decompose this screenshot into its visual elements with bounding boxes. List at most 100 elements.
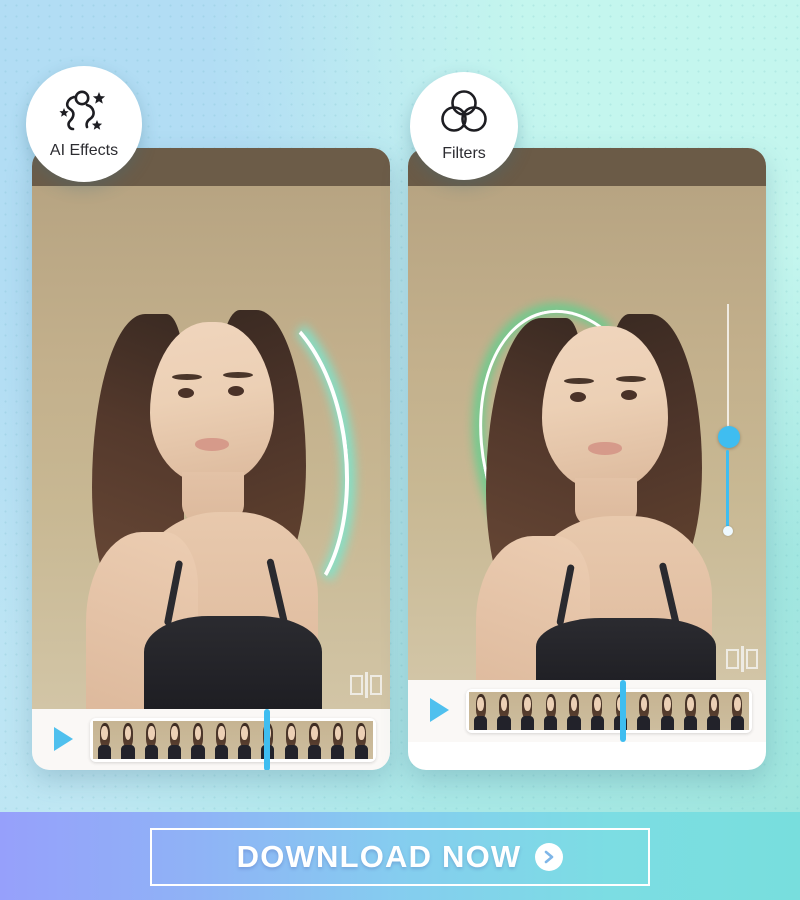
play-icon[interactable] xyxy=(54,727,73,751)
frame-face xyxy=(547,696,554,711)
frame-body xyxy=(331,744,345,759)
frame-body xyxy=(660,715,674,730)
frame-face xyxy=(734,696,741,711)
playhead-handle[interactable] xyxy=(264,709,270,770)
filmstrip-frame xyxy=(349,721,373,759)
playhead-handle[interactable] xyxy=(620,680,626,742)
compare-split-icon[interactable] xyxy=(350,672,382,698)
filmstrip-frame xyxy=(469,692,493,730)
frame-face xyxy=(570,696,578,711)
compare-right-box xyxy=(370,675,382,695)
frame-body xyxy=(730,715,744,730)
frame-body xyxy=(121,744,135,759)
filmstrip[interactable] xyxy=(466,689,752,733)
play-icon[interactable] xyxy=(430,698,449,722)
frame-face xyxy=(288,725,295,740)
photo-brow-left xyxy=(172,374,202,380)
photo-eye-left xyxy=(570,392,586,402)
photo-eye-right xyxy=(228,386,244,396)
frame-face xyxy=(664,696,671,711)
photo-black-top xyxy=(144,616,322,709)
right-phone-timeline[interactable] xyxy=(408,680,766,742)
frame-face xyxy=(124,725,132,740)
filmstrip-frame xyxy=(585,692,609,730)
frame-body xyxy=(308,744,322,759)
frame-body xyxy=(684,715,698,730)
three-circles-icon xyxy=(439,89,489,140)
frame-body xyxy=(144,744,158,759)
filmstrip-frame xyxy=(232,721,257,759)
photo-lips xyxy=(195,438,229,451)
filters-badge[interactable]: Filters xyxy=(410,72,518,180)
filmstrip-frame xyxy=(186,721,210,759)
frame-face xyxy=(334,725,342,740)
frame-face xyxy=(594,696,601,711)
frame-body xyxy=(474,715,488,730)
filmstrip-frame xyxy=(702,692,726,730)
frame-face xyxy=(101,725,108,740)
right-phone-photo-canvas[interactable] xyxy=(408,186,766,680)
frame-body xyxy=(168,744,182,759)
slider-track-upper xyxy=(727,304,729,434)
filmstrip-frame xyxy=(139,721,163,759)
frame-face xyxy=(477,696,484,711)
filmstrip-frame xyxy=(515,692,539,730)
ai-sparkle-person-icon xyxy=(54,89,114,140)
compare-right-box xyxy=(746,649,758,669)
frame-face xyxy=(241,725,248,740)
filter-intensity-slider[interactable] xyxy=(718,304,740,536)
filters-badge-label: Filters xyxy=(442,145,486,162)
filmstrip-frame xyxy=(725,692,749,730)
frame-face xyxy=(171,725,178,740)
frame-face xyxy=(524,696,531,711)
compare-center-bar xyxy=(741,646,744,672)
frame-face xyxy=(687,696,694,711)
frame-face xyxy=(710,696,718,711)
download-cta-label: DOWNLOAD NOW xyxy=(236,839,522,874)
photo-lips xyxy=(588,442,622,455)
left-phone-mockup: HotSceneBlingBorder AI Effects xyxy=(32,148,390,770)
photo-brow-left xyxy=(564,378,594,384)
filmstrip[interactable] xyxy=(90,718,376,762)
filmstrip-frame xyxy=(492,692,516,730)
frame-body xyxy=(214,744,228,759)
frame-face xyxy=(311,725,318,740)
arrow-right-circle-icon xyxy=(535,843,564,871)
frame-body xyxy=(497,715,511,730)
frame-body xyxy=(544,715,558,730)
photo-black-top xyxy=(536,618,716,680)
slider-knob[interactable] xyxy=(718,426,740,448)
photo-face xyxy=(150,322,274,484)
download-cta-content: DOWNLOAD NOW xyxy=(237,839,564,875)
frame-body xyxy=(567,715,581,730)
frame-face xyxy=(640,696,648,711)
frame-body xyxy=(191,744,205,759)
compare-split-icon[interactable] xyxy=(726,646,758,672)
filmstrip-frame xyxy=(116,721,140,759)
right-phone-mockup: Bleached 01Bleached 02Bleached 03 Filter… xyxy=(408,148,766,770)
slider-endpoint xyxy=(723,526,733,536)
slider-track-lower xyxy=(726,450,729,532)
frame-body xyxy=(707,715,721,730)
filmstrip-frame xyxy=(326,721,350,759)
filmstrip-frame xyxy=(162,721,187,759)
photo-brow-right xyxy=(223,372,253,378)
photo-eye-left xyxy=(178,388,194,398)
filmstrip-frame xyxy=(209,721,233,759)
frame-face xyxy=(500,696,508,711)
filmstrip-frame xyxy=(302,721,327,759)
photo-face xyxy=(542,326,668,490)
ai-effects-badge[interactable]: AI Effects xyxy=(26,66,142,182)
download-now-button[interactable]: DOWNLOAD NOW xyxy=(150,828,650,886)
left-phone-photo-canvas[interactable] xyxy=(32,186,390,709)
filmstrip-frame xyxy=(538,692,563,730)
compare-left-box xyxy=(726,649,739,669)
filmstrip-frame xyxy=(678,692,703,730)
left-phone-timeline[interactable] xyxy=(32,709,390,770)
frame-face xyxy=(358,725,365,740)
frame-body xyxy=(520,715,534,730)
frame-face xyxy=(218,725,225,740)
frame-body xyxy=(590,715,604,730)
frame-body xyxy=(637,715,651,730)
frame-body xyxy=(284,744,298,759)
